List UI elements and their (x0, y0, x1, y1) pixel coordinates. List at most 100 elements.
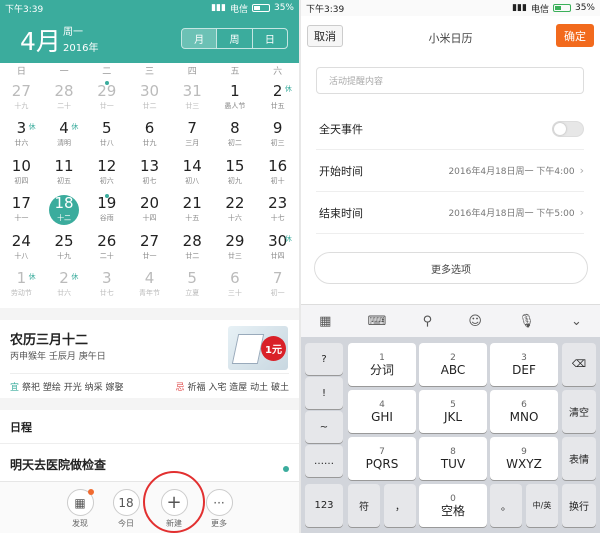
allday-toggle[interactable] (552, 120, 584, 137)
day-cell[interactable]: 29 廿三 (214, 228, 257, 266)
day-cell[interactable]: 7 初一 (256, 266, 299, 304)
confirm-button[interactable]: 确定 (556, 24, 594, 47)
day-cell[interactable]: 休 1 劳动节 (0, 266, 43, 304)
carrier-label: 电信 (229, 4, 248, 15)
day-cell[interactable]: 休 4 清明 (43, 116, 86, 154)
emoji-icon[interactable]: ☺ (468, 314, 482, 329)
day-cell[interactable]: 5 廿八 (85, 116, 128, 154)
grid-icon[interactable]: ▦ (319, 314, 331, 329)
day-number: 2 (59, 269, 69, 288)
start-time-row[interactable]: 开始时间 2016年4月18日周一 下午4:00 › (316, 150, 584, 192)
day-cell[interactable]: 9 初三 (256, 116, 299, 154)
day-cell[interactable]: 26 二十 (85, 228, 128, 266)
today-button[interactable]: 18 今日 (106, 489, 146, 529)
tab-month[interactable]: 月 (182, 29, 217, 48)
day-cell[interactable]: 13 初七 (128, 153, 171, 191)
period-key[interactable]: 。 (490, 484, 522, 527)
yi-list: 宜 祭祀 塑绘 开光 纳采 嫁娶 (10, 380, 123, 393)
clear-key[interactable]: 清空 (562, 390, 596, 433)
highlight-circle (143, 471, 205, 533)
day-cell[interactable]: 休 30 廿四 (256, 228, 299, 266)
day-number: 29 (225, 231, 245, 250)
allday-label: 全天事件 (319, 122, 363, 136)
day-cell[interactable]: 25 十九 (43, 228, 86, 266)
day-cell[interactable]: 16 初十 (256, 153, 299, 191)
day-cell[interactable]: 4 青年节 (128, 266, 171, 304)
lunar-day: 初十 (270, 176, 285, 185)
day-cell[interactable]: 12 初六 (85, 153, 128, 191)
lang-switch-key[interactable]: 中/英 (526, 484, 558, 527)
day-cell[interactable]: 29 廿一 (85, 78, 128, 116)
day-cell[interactable]: 23 十七 (256, 191, 299, 229)
key-ellipsis[interactable]: …… (305, 445, 343, 477)
collapse-icon[interactable]: ⌄ (571, 314, 582, 329)
day-cell[interactable]: 27 十九 (0, 78, 43, 116)
lunar-day: 三月 (185, 139, 200, 148)
key-6[interactable]: 6 MNO (490, 390, 558, 433)
end-time-row[interactable]: 结束时间 2016年4月18日周一 下午5:00 › (316, 192, 584, 234)
enter-key[interactable]: 换行 (562, 484, 596, 527)
promo-banner[interactable]: 1元 (228, 326, 288, 370)
search-icon[interactable]: ⚲ (423, 314, 433, 329)
day-cell[interactable]: 20 十四 (128, 191, 171, 229)
key-9[interactable]: 9 WXYZ (490, 437, 558, 480)
day-cell[interactable]: 3 廿七 (85, 266, 128, 304)
day-cell[interactable]: 7 三月 (171, 116, 214, 154)
day-cell[interactable]: 5 立夏 (171, 266, 214, 304)
day-cell[interactable]: 31 廿三 (171, 78, 214, 116)
symbol-key[interactable]: 符 (348, 484, 380, 527)
day-cell[interactable]: 28 廿二 (171, 228, 214, 266)
day-cell[interactable]: 22 十六 (214, 191, 257, 229)
keyboard-toolbar: ▦ ⌨ ⚲ ☺ 🎙 ⌄ (301, 304, 600, 337)
day-cell[interactable]: 27 廿一 (128, 228, 171, 266)
discover-button[interactable]: ▦ 发现 (60, 489, 100, 529)
lunar-day: 青年节 (138, 289, 160, 298)
allday-row[interactable]: 全天事件 (316, 108, 584, 150)
day-cell[interactable]: 24 十八 (0, 228, 43, 266)
day-cell[interactable]: 8 初二 (214, 116, 257, 154)
key-4[interactable]: 4 GHI (348, 390, 416, 433)
day-cell[interactable]: 11 初五 (43, 153, 86, 191)
key-question[interactable]: ? (305, 343, 343, 375)
day-cell[interactable]: 15 初九 (214, 153, 257, 191)
keyboard-icon[interactable]: ⌨ (368, 314, 387, 329)
day-cell-selected[interactable]: 18 十二 (43, 191, 86, 229)
lunar-day: 十九 (57, 251, 72, 260)
numeric-key[interactable]: 123 (305, 484, 343, 527)
day-cell[interactable]: 28 二十 (43, 78, 86, 116)
key-exclaim[interactable]: ! (305, 377, 343, 409)
day-cell[interactable]: 6 廿九 (128, 116, 171, 154)
day-cell[interactable]: 19 谷雨 (85, 191, 128, 229)
key-3[interactable]: 3 DEF (490, 343, 558, 386)
key-tilde[interactable]: ~ (305, 411, 343, 443)
comma-key[interactable]: ， (384, 484, 416, 527)
more-button[interactable]: ··· 更多 (199, 489, 239, 529)
day-cell[interactable]: 17 十一 (0, 191, 43, 229)
reminder-input[interactable]: 活动提醒内容 (316, 67, 584, 94)
key-8[interactable]: 8 TUV (419, 437, 487, 480)
day-cell[interactable]: 休 3 廿六 (0, 116, 43, 154)
event-item[interactable]: 明天去医院做检查 (10, 456, 106, 473)
tab-week[interactable]: 周 (216, 29, 251, 48)
key-5[interactable]: 5 JKL (419, 390, 487, 433)
day-cell[interactable]: 1 愚人节 (214, 78, 257, 116)
day-cell[interactable]: 休 2 廿六 (43, 266, 86, 304)
tab-day[interactable]: 日 (251, 29, 287, 48)
day-cell[interactable]: 14 初八 (171, 153, 214, 191)
more-options-button[interactable]: 更多选项 (314, 252, 588, 284)
mic-icon[interactable]: 🎙 (518, 314, 535, 329)
day-cell[interactable]: 10 初四 (0, 153, 43, 191)
space-key[interactable]: 0 空格 (419, 484, 487, 527)
key-1[interactable]: 1 分词 (348, 343, 416, 386)
backspace-key[interactable]: ⌫ (562, 343, 596, 386)
key-7[interactable]: 7 PQRS (348, 437, 416, 480)
day-cell[interactable]: 30 廿二 (128, 78, 171, 116)
day-cell[interactable]: 休 2 廿五 (256, 78, 299, 116)
month-title[interactable]: 4月 (20, 22, 61, 58)
emoji-key[interactable]: 表情 (562, 437, 596, 480)
lunar-day: 廿一 (99, 101, 114, 110)
key-2[interactable]: 2 ABC (419, 343, 487, 386)
day-number: 25 (54, 231, 74, 250)
day-cell[interactable]: 6 三十 (214, 266, 257, 304)
day-cell[interactable]: 21 十五 (171, 191, 214, 229)
